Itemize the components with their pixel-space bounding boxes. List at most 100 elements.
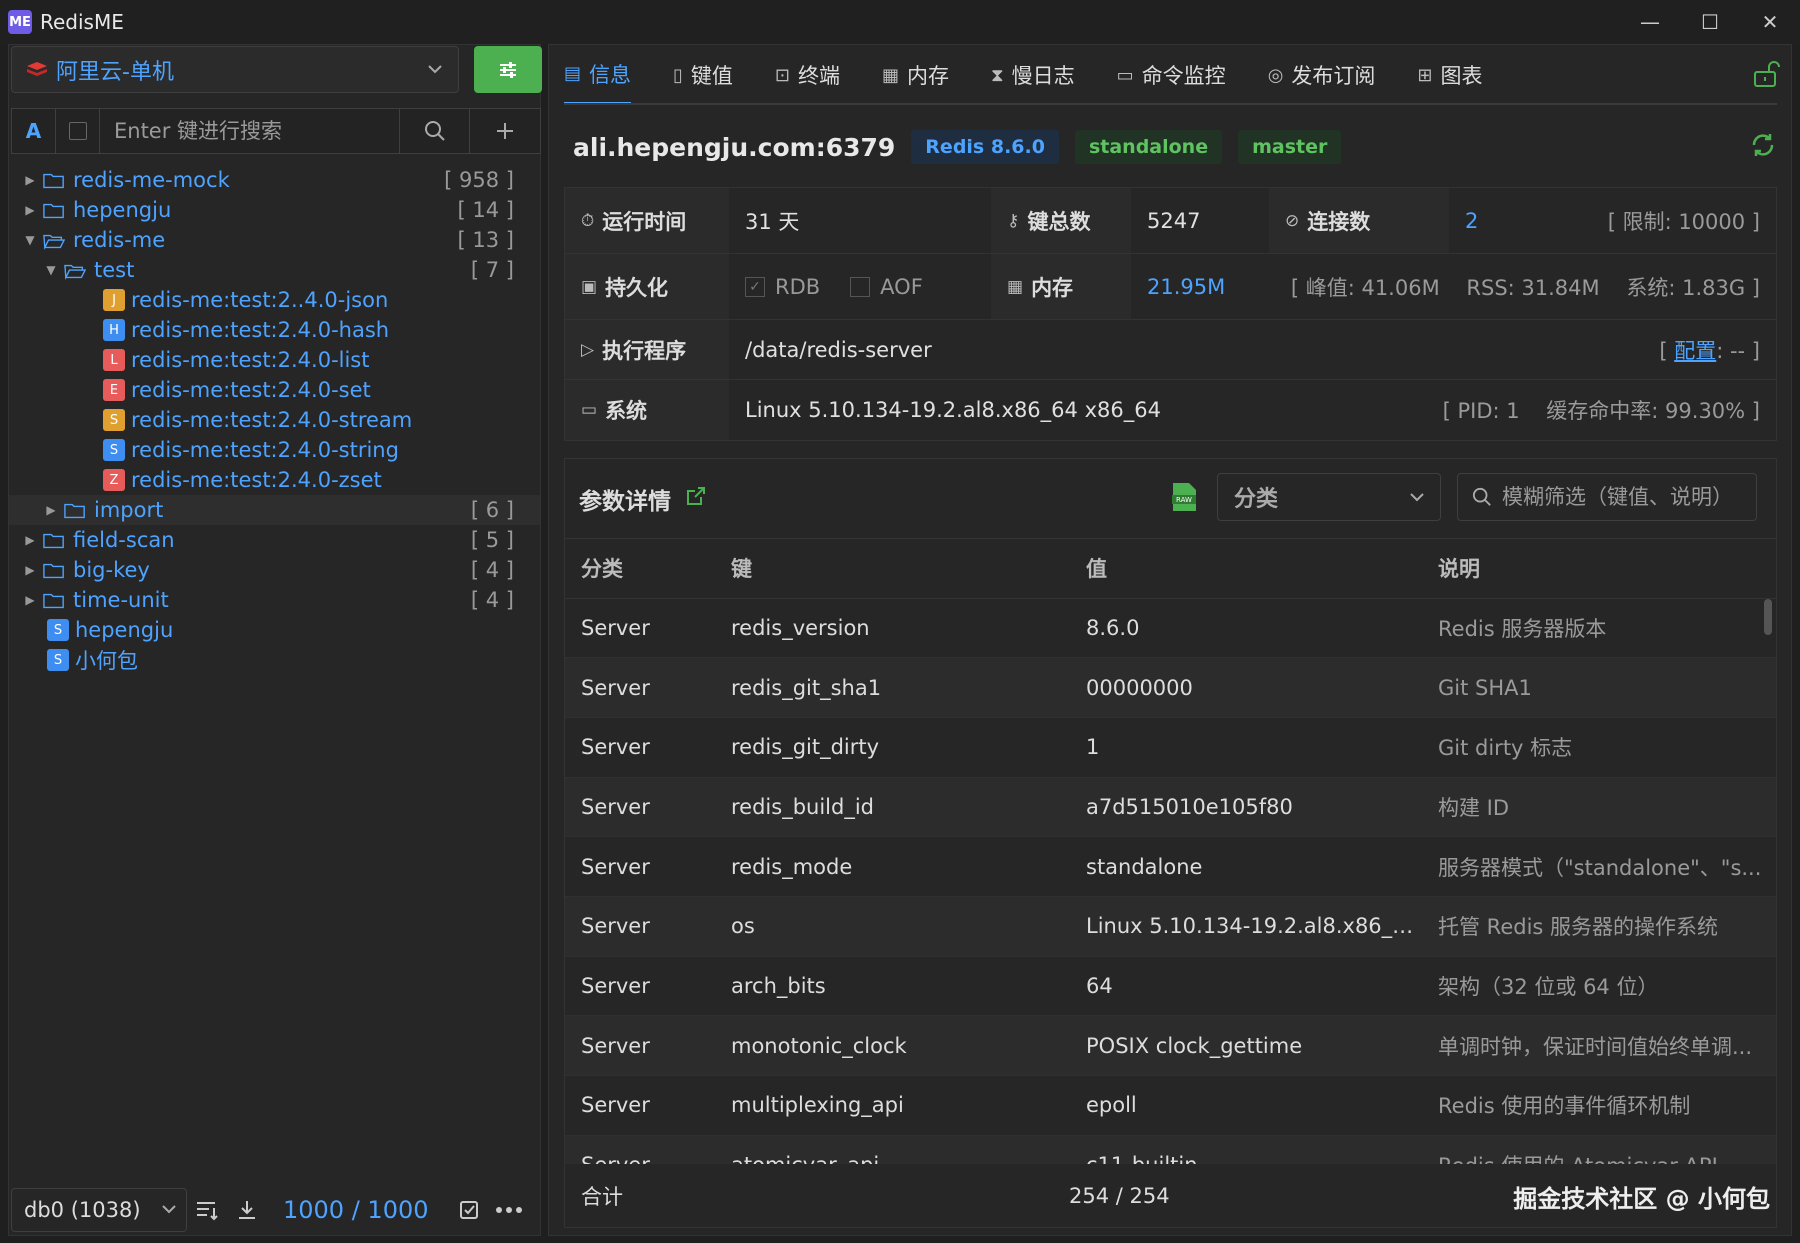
table-row[interactable]: Serveratomicvar_apic11-builtinRedis 使用的 … — [565, 1135, 1776, 1164]
search-button[interactable] — [400, 109, 470, 153]
table-row[interactable]: Server redis_version 8.6.0 Redis 服务器版本 — [565, 598, 1776, 659]
more-options-button[interactable] — [489, 1205, 529, 1215]
database-select[interactable]: db0 (1038) — [11, 1188, 187, 1232]
timer-icon: ⏱ — [581, 210, 595, 231]
add-key-button[interactable] — [470, 109, 540, 153]
caret-down-icon[interactable]: ▼ — [23, 233, 37, 247]
tree-key[interactable]: S 小何包 — [9, 645, 540, 675]
tree-key[interactable]: Lredis-me:test:2.4.0-list — [9, 345, 540, 375]
key-search-input[interactable] — [100, 109, 400, 153]
caret-right-icon[interactable]: ▶ — [44, 503, 58, 517]
cell-description: 构建 ID — [1422, 777, 1776, 838]
version-tag: Redis 8.6.0 — [911, 130, 1059, 164]
table-row[interactable]: Server arch_bits 64 架构（32 位或 64 位） — [565, 956, 1776, 1017]
right-panel: ▤ 信息 ▯ 键值 ⊡ 终端 ▦ 内存 ⧗ 慢日志 ▭ 命令监控 ◎ 发布订阅 ⊞ 图表 ali.hepeng… — [548, 44, 1792, 1236]
tab-hourglass[interactable]: ⧗ 慢日志 — [991, 45, 1075, 105]
tree-key[interactable]: Sredis-me:test:2.4.0-string — [9, 435, 540, 465]
cell-description: Redis 服务器版本 — [1422, 598, 1776, 659]
cell-value: epoll — [1070, 1075, 1422, 1136]
cell-key: redis_mode — [715, 836, 1070, 897]
refresh-button[interactable] — [1749, 131, 1777, 165]
tab-key-value[interactable]: ▯ 键值 — [673, 45, 733, 105]
table-row[interactable]: Server redis_build_id a7d515010e105f80 构建 I… — [565, 777, 1776, 838]
caret-right-icon[interactable]: ▶ — [23, 563, 37, 577]
select-all-checkbox[interactable] — [56, 109, 100, 153]
sort-button[interactable] — [187, 1199, 227, 1221]
tab-broadcast[interactable]: ◎ 发布订阅 — [1268, 45, 1376, 105]
close-button[interactable]: ✕ — [1740, 0, 1800, 44]
tree-key[interactable]: Zredis-me:test:2.4.0-zset — [9, 465, 540, 495]
category-select[interactable]: 分类 — [1217, 473, 1441, 521]
aof-checkbox[interactable]: AOF — [850, 275, 923, 299]
filter-settings-button[interactable] — [474, 46, 542, 93]
tab-chart[interactable]: ⊞ 图表 — [1417, 45, 1482, 105]
tree-folder[interactable]: ▼ redis-me [ 13 ] — [9, 225, 540, 255]
caret-right-icon[interactable]: ▶ — [23, 173, 37, 187]
table-row[interactable]: Server multiplexing_api epoll Redis 使用的事件循环… — [565, 1075, 1776, 1136]
unlock-button[interactable] — [1751, 59, 1781, 95]
load-more-button[interactable] — [227, 1199, 267, 1221]
minimize-button[interactable]: — — [1620, 0, 1680, 44]
cell-value: Linux 5.10.134-19.2.al8.x86_6... — [1070, 896, 1422, 957]
open-external-button[interactable] — [685, 485, 707, 513]
key-type-badge: Z — [103, 469, 125, 491]
cell-value: 8.6.0 — [1070, 598, 1422, 659]
caret-right-icon[interactable]: ▶ — [23, 203, 37, 217]
cell-key: os — [715, 896, 1070, 957]
tree-folder[interactable]: ▶ time-unit [ 4 ] — [9, 585, 540, 615]
tree-key[interactable]: Jredis-me:test:2..4.0-json — [9, 285, 540, 315]
app-title: RedisME — [40, 10, 124, 34]
cell-key: redis_version — [715, 598, 1070, 659]
column-header[interactable]: 说明 — [1422, 539, 1776, 599]
tree-folder[interactable]: ▶ import [ 6 ] — [9, 495, 540, 525]
fuzzy-filter-input[interactable] — [1502, 485, 1742, 509]
tree-key[interactable]: Eredis-me:test:2.4.0-set — [9, 375, 540, 405]
table-row[interactable]: Server redis_git_sha1 00000000 Git SHA1 — [565, 657, 1776, 718]
tree-key[interactable]: Sredis-me:test:2.4.0-stream — [9, 405, 540, 435]
column-header[interactable]: 值 — [1070, 539, 1422, 599]
tab-memory[interactable]: ▦ 内存 — [882, 45, 949, 105]
caret-right-icon[interactable]: ▶ — [23, 533, 37, 547]
system-value: Linux 5.10.134-19.2.al8.x86_64 x86_64 — [745, 398, 1161, 422]
table-row[interactable]: Server redis_git_dirty 1 Git dirty 标志 — [565, 717, 1776, 778]
total-label: 合计 — [581, 1185, 623, 1209]
table-row[interactable]: Server redis_mode standalone 服务器模式（"standal… — [565, 836, 1776, 897]
column-header[interactable]: 键 — [715, 539, 1070, 599]
table-row[interactable]: Server os Linux 5.10.134-19.2.al8.x86_6...… — [565, 896, 1776, 957]
folder-icon — [43, 561, 67, 579]
search-mode-toggle[interactable]: A — [12, 109, 56, 153]
caret-right-icon[interactable]: ▶ — [23, 593, 37, 607]
tab-info[interactable]: ▤ 信息 — [564, 45, 632, 105]
tree-folder[interactable]: ▶ big-key [ 4 ] — [9, 555, 540, 585]
info-row-persist: ▣ 持久化 ✓ RDB AOF ▦ 内存 21.95M [ 峰值: 41.06M RS… — [565, 254, 1776, 320]
refresh-icon — [1752, 134, 1774, 156]
table-scrollbar[interactable] — [1764, 599, 1772, 635]
config-link[interactable]: 配置 — [1674, 339, 1716, 363]
tree-key[interactable]: Hredis-me:test:2.4.0-hash — [9, 315, 540, 345]
tree-item-count: [ 4 ] — [470, 558, 514, 582]
caret-down-icon[interactable]: ▼ — [44, 263, 58, 277]
tab-monitor[interactable]: ▭ 命令监控 — [1117, 45, 1226, 105]
column-header[interactable]: 分类 — [565, 539, 715, 599]
raw-export-button[interactable]: RAW — [1170, 481, 1198, 519]
tree-key[interactable]: Shepengju — [9, 615, 540, 645]
table-row[interactable]: Server monotonic_clock POSIX clock_gettime… — [565, 1015, 1776, 1076]
cell-key: atomicvar_api — [715, 1135, 1070, 1164]
total-value: 254 / 254 — [1069, 1184, 1170, 1208]
batch-select-button[interactable] — [449, 1199, 489, 1221]
connection-select[interactable]: 阿里云-单机 — [11, 46, 459, 93]
tree-folder[interactable]: ▶ hepengju [ 14 ] — [9, 195, 540, 225]
tree-folder[interactable]: ▶ field-scan [ 5 ] — [9, 525, 540, 555]
tab-terminal[interactable]: ⊡ 终端 — [775, 45, 840, 105]
params-title: 参数详情 — [579, 488, 671, 515]
rdb-checkbox[interactable]: ✓ RDB — [745, 275, 820, 299]
plus-icon — [497, 123, 513, 139]
tree-folder[interactable]: ▼ test [ 7 ] — [9, 255, 540, 285]
key-type-badge: L — [103, 349, 125, 371]
tree-folder[interactable]: ▶ redis-me-mock [ 958 ] — [9, 165, 540, 195]
tree-item-label: redis-me:test:2.4.0-zset — [131, 468, 382, 492]
cell-category: Server — [565, 777, 715, 838]
tree-item-label: import — [94, 498, 164, 522]
maximize-button[interactable]: ☐ — [1680, 0, 1740, 44]
info-row-exec: ▷ 执行程序 /data/redis-server [ 配置: -- ] — [565, 320, 1776, 380]
